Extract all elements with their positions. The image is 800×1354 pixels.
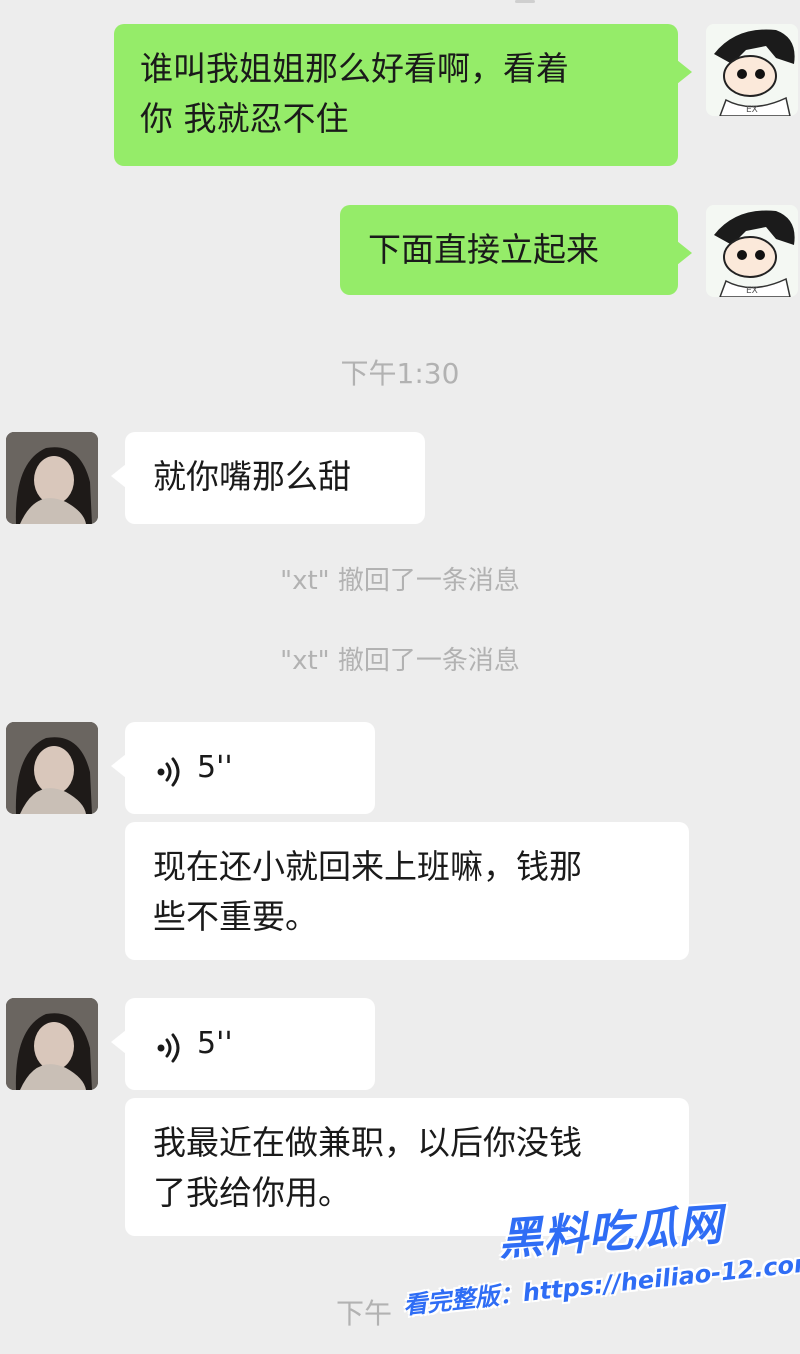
contact-avatar[interactable] xyxy=(6,722,98,814)
timestamp: 下午1:30 xyxy=(340,357,460,390)
voice-wave-icon xyxy=(153,753,189,787)
svg-text:EX: EX xyxy=(746,105,758,115)
contact-avatar[interactable] xyxy=(6,998,98,1090)
cartoon-avatar-icon: EX xyxy=(706,205,798,297)
my-avatar[interactable]: EX xyxy=(706,24,798,116)
message-text-line: 我最近在做兼职，以后你没钱 xyxy=(153,1123,582,1162)
portrait-avatar-icon xyxy=(6,998,98,1090)
message-text-line: 现在还小就回来上班嘛，钱那 xyxy=(153,847,582,886)
message-text: 下面直接立起来 xyxy=(368,230,599,269)
portrait-avatar-icon xyxy=(6,722,98,814)
voice-message-bubble[interactable]: 5'' xyxy=(111,722,375,814)
message-text-line: 谁叫我姐姐那么好看啊，看着 xyxy=(140,49,569,88)
cartoon-avatar-icon: EX xyxy=(706,24,798,116)
recall-notice: "xt" 撤回了一条消息 xyxy=(280,646,520,676)
svg-text:EX: EX xyxy=(746,286,758,296)
voice-duration: 5'' xyxy=(197,1026,233,1061)
voice-duration: 5'' xyxy=(197,750,233,785)
voice-message-bubble[interactable]: 5'' xyxy=(111,998,375,1090)
message-text: 就你嘴那么甜 xyxy=(153,457,351,496)
received-message-bubble[interactable]: 就你嘴那么甜 xyxy=(111,432,425,524)
sent-message-bubble[interactable]: 谁叫我姐姐那么好看啊，看着 你 我就忍不住 xyxy=(114,24,692,166)
message-text-line: 些不重要。 xyxy=(153,897,318,936)
message-text-line: 你 我就忍不住 xyxy=(140,99,349,138)
portrait-avatar-icon xyxy=(6,432,98,524)
top-indicator xyxy=(515,0,535,3)
timestamp: 下午 xyxy=(336,1297,393,1330)
received-message-bubble[interactable]: 现在还小就回来上班嘛，钱那 些不重要。 xyxy=(125,822,689,960)
my-avatar[interactable]: EX xyxy=(706,205,798,297)
contact-avatar[interactable] xyxy=(6,432,98,524)
sent-message-bubble[interactable]: 下面直接立起来 xyxy=(340,205,692,295)
voice-wave-icon xyxy=(153,1029,189,1063)
recall-notice: "xt" 撤回了一条消息 xyxy=(280,566,520,596)
